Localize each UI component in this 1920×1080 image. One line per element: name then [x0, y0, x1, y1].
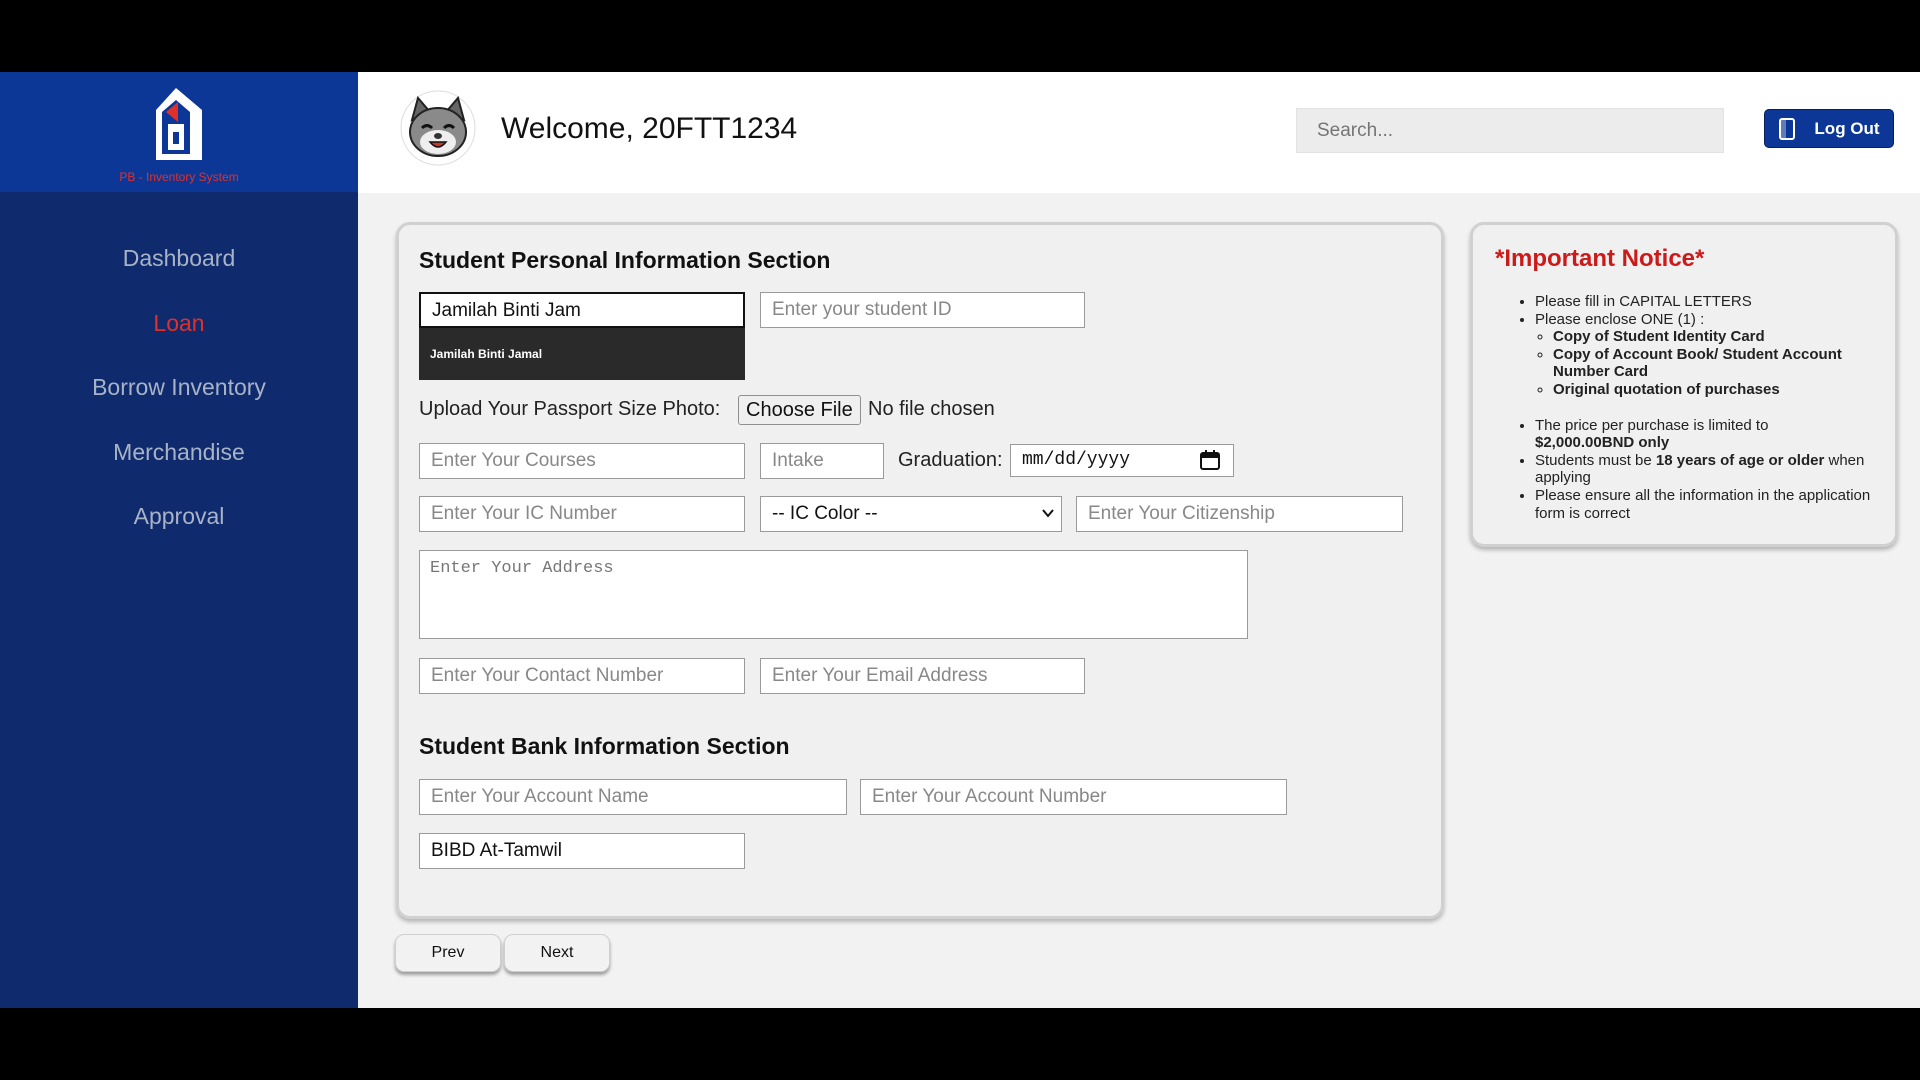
house-logo-icon — [156, 88, 202, 160]
email-input[interactable]: Enter Your Email Address — [760, 658, 1085, 694]
calendar-icon[interactable] — [1199, 449, 1221, 471]
prev-button[interactable]: Prev — [395, 934, 501, 972]
intake-input[interactable]: Intake — [760, 443, 884, 479]
graduation-date-input[interactable]: mm/dd/yyyy — [1010, 444, 1234, 477]
sidebar-item-merchandise[interactable]: Merchandise — [0, 430, 358, 495]
logout-button[interactable]: Log Out — [1764, 109, 1894, 148]
logo[interactable]: PB - Inventory System — [0, 72, 358, 192]
next-button[interactable]: Next — [504, 934, 610, 972]
notice-item-text: Please enclose ONE (1) : — [1535, 310, 1705, 328]
bank-input[interactable]: BIBD At-Tamwil — [419, 833, 745, 869]
autocomplete-suggestion[interactable]: Jamilah Binti Jamal — [419, 328, 745, 380]
ic-color-select[interactable]: -- IC Color -- — [760, 496, 1062, 532]
notice-item: Please ensure all the information in the… — [1535, 487, 1883, 522]
notice-subitem: Copy of Account Book/ Student Account Nu… — [1553, 346, 1883, 381]
notice-subitem: Copy of Student Identity Card — [1553, 328, 1883, 346]
welcome-title: Welcome, 20FTT1234 — [501, 112, 798, 145]
contact-number-input[interactable]: Enter Your Contact Number — [419, 658, 745, 694]
choose-file-button[interactable]: Choose File — [738, 395, 861, 425]
sidebar: PB - Inventory System Dashboard Loan Bor… — [0, 72, 358, 1008]
notice-item: Please fill in CAPITAL LETTERS — [1535, 293, 1883, 311]
logout-label: Log Out — [1814, 118, 1880, 138]
courses-input[interactable]: Enter Your Courses — [419, 443, 745, 479]
sidebar-nav: Dashboard Loan Borrow Inventory Merchand… — [0, 236, 358, 559]
header: Welcome, 20FTT1234 Log Out — [358, 72, 1920, 193]
cat-avatar-icon[interactable] — [400, 90, 476, 166]
notice-item: Please enclose ONE (1) : Copy of Student… — [1535, 311, 1883, 399]
form-panel: Student Personal Information Section Jam… — [396, 222, 1444, 919]
search-input[interactable] — [1296, 108, 1724, 153]
sidebar-item-dashboard[interactable]: Dashboard — [0, 236, 358, 301]
sidebar-item-borrow-inventory[interactable]: Borrow Inventory — [0, 365, 358, 430]
sidebar-item-loan[interactable]: Loan — [0, 301, 358, 366]
address-textarea[interactable]: Enter Your Address — [419, 550, 1248, 639]
student-id-input[interactable]: Enter your student ID — [760, 292, 1085, 328]
personal-section-title: Student Personal Information Section — [419, 247, 831, 273]
full-name-input[interactable]: Jamilah Binti Jam — [419, 292, 745, 328]
upload-photo-label: Upload Your Passport Size Photo: — [419, 398, 721, 420]
no-file-text: No file chosen — [868, 398, 995, 420]
notice-title: *Important Notice* — [1495, 245, 1705, 272]
notice-item-text: The price per purchase is limited to — [1535, 416, 1769, 434]
notice-body: Please fill in CAPITAL LETTERS Please en… — [1513, 293, 1883, 522]
bank-section-title: Student Bank Information Section — [419, 733, 790, 759]
chevron-down-icon — [1042, 509, 1054, 518]
notice-item-bold: $2,000.00BND only — [1535, 434, 1670, 452]
account-number-input[interactable]: Enter Your Account Number — [860, 779, 1287, 815]
date-text: mm/dd/yyyy — [1022, 450, 1131, 470]
notice-item-bold: 18 years of age or older — [1655, 451, 1825, 469]
notice-item: Students must be 18 years of age or olde… — [1535, 452, 1883, 487]
notice-subitem: Original quotation of purchases — [1553, 381, 1883, 399]
account-name-input[interactable]: Enter Your Account Name — [419, 779, 847, 815]
graduation-label: Graduation: — [898, 449, 1003, 471]
ic-color-selected: -- IC Color -- — [772, 503, 878, 524]
notice-item: The price per purchase is limited to $2,… — [1535, 417, 1883, 452]
app-window: PB - Inventory System Dashboard Loan Bor… — [0, 72, 1920, 1008]
ic-number-input[interactable]: Enter Your IC Number — [419, 496, 745, 532]
logout-icon — [1779, 117, 1796, 140]
logo-text: PB - Inventory System — [119, 170, 239, 184]
sidebar-item-approval[interactable]: Approval — [0, 494, 358, 559]
important-notice-panel: *Important Notice* Please fill in CAPITA… — [1470, 222, 1898, 547]
notice-item-text: Students must be — [1535, 451, 1652, 469]
citizenship-input[interactable]: Enter Your Citizenship — [1076, 496, 1403, 532]
